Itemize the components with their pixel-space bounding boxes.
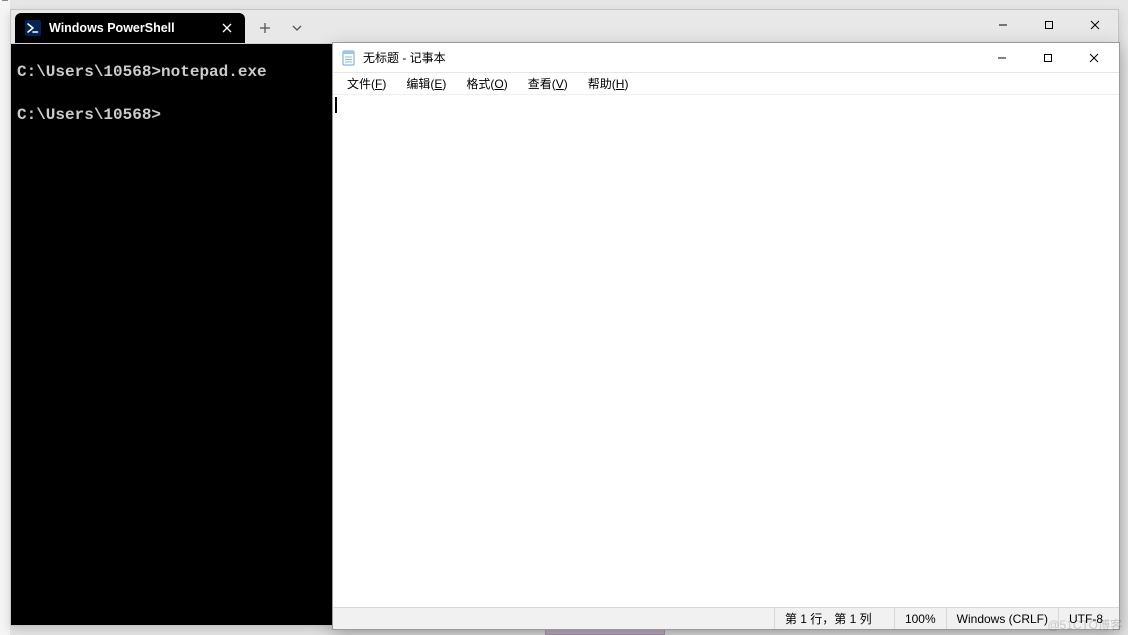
terminal-window-controls <box>980 10 1118 40</box>
statusbar-zoom: 100% <box>895 608 947 629</box>
notepad-window: 无标题 - 记事本 文件(F) 编辑(E) 格式(O) 查看(V) 帮助(H) … <box>332 42 1120 630</box>
statusbar-cursor-position: 第 1 行，第 1 列 <box>775 608 895 629</box>
menu-view-mn: V <box>556 77 564 91</box>
notepad-icon <box>341 50 357 66</box>
menu-edit[interactable]: 编辑(E) <box>396 73 456 94</box>
menu-format-label: 格式 <box>466 77 490 91</box>
notepad-statusbar: 第 1 行，第 1 列 100% Windows (CRLF) UTF-8 <box>333 607 1119 629</box>
menu-format-mn: O <box>494 77 503 91</box>
menu-format[interactable]: 格式(O) <box>456 73 517 94</box>
notepad-menubar: 文件(F) 编辑(E) 格式(O) 查看(V) 帮助(H) <box>333 73 1119 95</box>
statusbar-line-ending: Windows (CRLF) <box>947 608 1059 629</box>
terminal-tab-dropdown-button[interactable] <box>281 13 313 43</box>
notepad-window-controls <box>979 43 1117 72</box>
notepad-minimize-button[interactable] <box>979 43 1025 72</box>
text-caret <box>335 97 337 113</box>
terminal-tab-close-button[interactable] <box>219 20 235 36</box>
notepad-maximize-button[interactable] <box>1025 43 1071 72</box>
notepad-close-button[interactable] <box>1071 43 1117 72</box>
menu-file-label: 文件 <box>347 77 371 91</box>
menu-view[interactable]: 查看(V) <box>518 73 578 94</box>
terminal-maximize-button[interactable] <box>1026 10 1072 40</box>
terminal-minimize-button[interactable] <box>980 10 1026 40</box>
terminal-tab-active[interactable]: Windows PowerShell <box>15 13 245 43</box>
statusbar-encoding: UTF-8 <box>1059 608 1119 629</box>
terminal-tabstrip: Windows PowerShell <box>11 10 313 43</box>
menu-help-label: 帮助 <box>588 77 612 91</box>
terminal-prompt: C:\Users\10568> <box>17 106 161 124</box>
notepad-titlebar[interactable]: 无标题 - 记事本 <box>333 43 1119 73</box>
menu-help[interactable]: 帮助(H) <box>578 73 639 94</box>
terminal-prompt: C:\Users\10568> <box>17 63 161 81</box>
statusbar-spacer <box>333 608 775 629</box>
terminal-command: notepad.exe <box>161 63 267 81</box>
menu-help-mn: H <box>616 77 625 91</box>
menu-file-mn: F <box>375 77 382 91</box>
notepad-editor[interactable] <box>333 95 1119 607</box>
background-left-strip <box>0 0 10 635</box>
terminal-titlebar[interactable]: Windows PowerShell <box>11 10 1118 44</box>
menu-view-label: 查看 <box>528 77 552 91</box>
notepad-title: 无标题 - 记事本 <box>363 49 979 66</box>
powershell-icon <box>25 20 41 36</box>
terminal-tab-title: Windows PowerShell <box>49 21 219 35</box>
menu-file[interactable]: 文件(F) <box>337 73 396 94</box>
menu-edit-mn: E <box>434 77 442 91</box>
terminal-close-button[interactable] <box>1072 10 1118 40</box>
terminal-new-tab-button[interactable] <box>249 13 281 43</box>
menu-edit-label: 编辑 <box>406 77 430 91</box>
